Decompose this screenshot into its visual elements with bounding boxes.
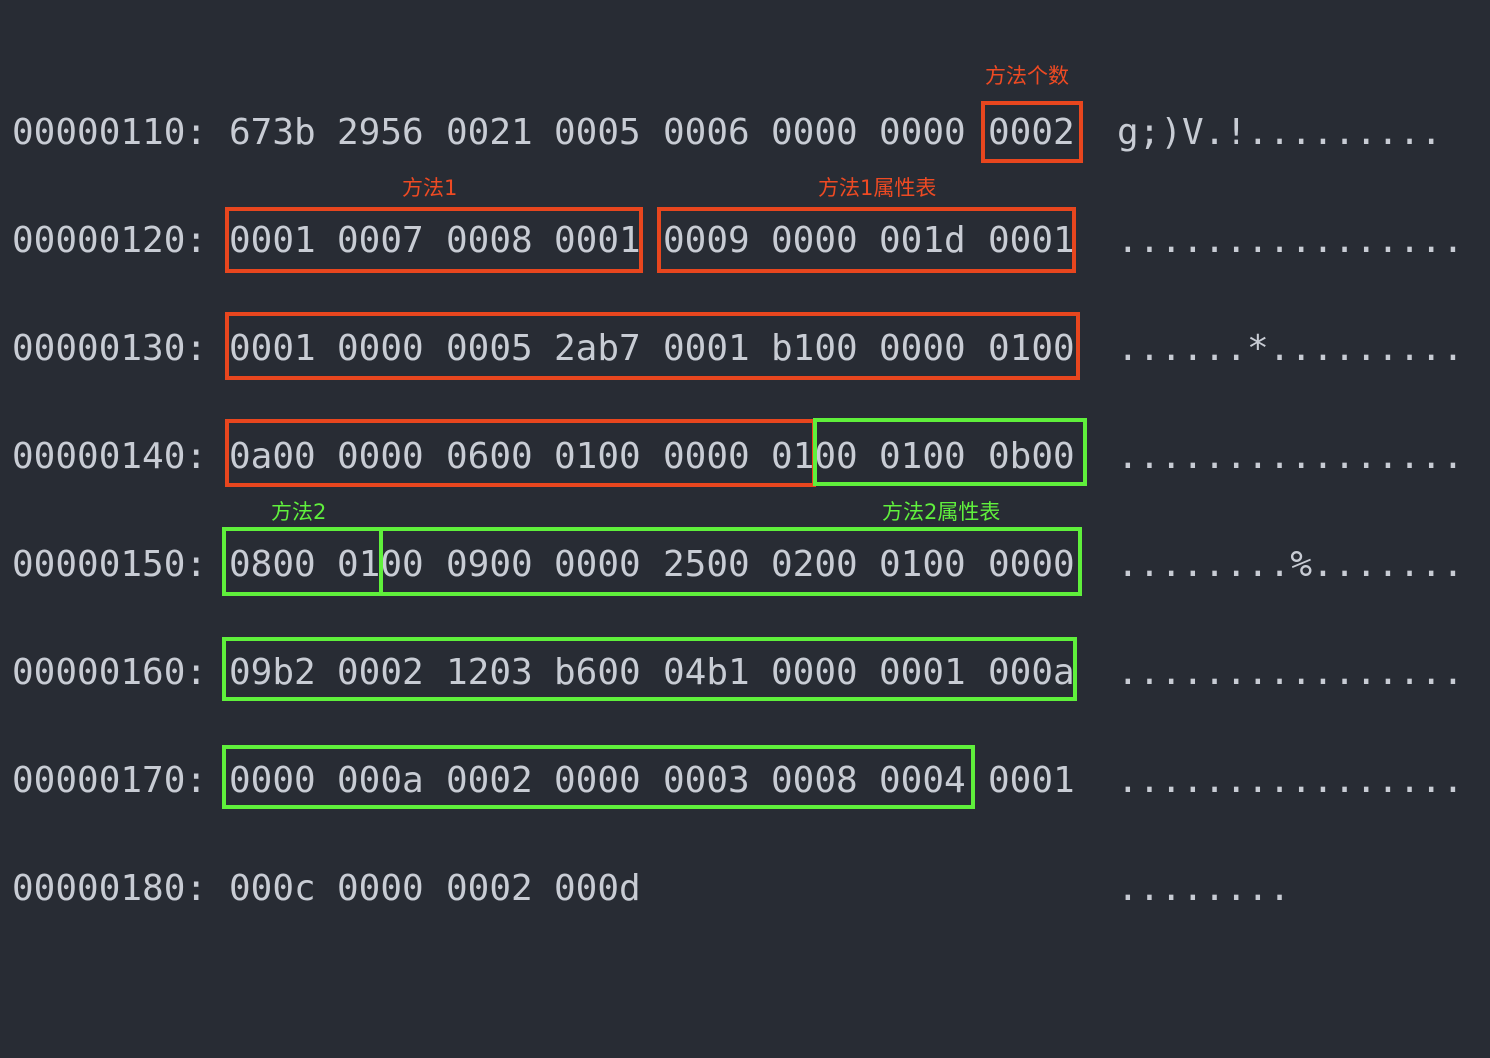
- row-address: 00000140:: [12, 436, 208, 477]
- row-address: 00000170:: [12, 760, 208, 801]
- hex-word: 0000: [879, 112, 966, 153]
- hex-row: 00000140: 0a00 0000 0600 0100 0000 0100 …: [0, 436, 1464, 486]
- method2-label: 方法2: [271, 500, 327, 524]
- method1-attributes-label: 方法1属性表: [818, 176, 937, 200]
- row-address: 00000130:: [12, 328, 208, 369]
- hex-word: 0021: [446, 112, 533, 153]
- method2-attributes-highlight-box: [222, 637, 1077, 701]
- row-address: 00000180:: [12, 868, 208, 909]
- method-count-highlight-box: [981, 101, 1083, 163]
- row-address: 00000120:: [12, 220, 208, 261]
- hex-row: 00000150: 0800 0100 0900 0000 2500 0200 …: [0, 544, 1464, 594]
- row-address: 00000160:: [12, 652, 208, 693]
- row-address: 00000110:: [12, 112, 208, 153]
- hex-row: 00000170: 0000 000a 0002 0000 0003 0008 …: [0, 760, 1464, 810]
- method1-label: 方法1: [402, 176, 458, 200]
- method1-attributes-highlight-box: [657, 207, 1076, 273]
- ascii-column: ................: [1117, 652, 1464, 693]
- ascii-column: ......*.........: [1117, 328, 1464, 369]
- ascii-column: ................: [1117, 436, 1464, 477]
- method2-attributes-highlight-box: [222, 745, 975, 809]
- method1-attributes-highlight-box: [225, 312, 1080, 380]
- row-address: 00000150:: [12, 544, 208, 585]
- hex-row: 00000130: 0001 0000 0005 2ab7 0001 b100 …: [0, 328, 1464, 378]
- method1-highlight-box: [225, 207, 643, 273]
- hex-word: 0000: [771, 112, 858, 153]
- hex-row: 00000180: 000c 0000 0002 000d ........: [0, 868, 1290, 918]
- hex-word: 000c: [229, 868, 316, 909]
- ascii-column: g;)V.!.........: [1117, 112, 1443, 153]
- hex-word: 673b: [229, 112, 316, 153]
- ascii-column: ........: [1117, 868, 1291, 909]
- hex-row: 00000120: 0001 0007 0008 0001 0009 0000 …: [0, 220, 1464, 270]
- hex-row: 00000110: 673b 2956 0021 0005 0006 0000 …: [0, 112, 1442, 162]
- hexdump-view: 00000110: 673b 2956 0021 0005 0006 0000 …: [0, 0, 1490, 1058]
- method1-attributes-highlight-box: [225, 419, 816, 487]
- hex-row: 00000160: 09b2 0002 1203 b600 04b1 0000 …: [0, 652, 1464, 702]
- method-count-label: 方法个数: [985, 64, 1069, 88]
- hex-word: 0002: [446, 868, 533, 909]
- hex-word: 2956: [337, 112, 424, 153]
- method2-attributes-label: 方法2属性表: [882, 500, 1001, 524]
- hex-word: 0006: [663, 112, 750, 153]
- hex-word: 0000: [337, 868, 424, 909]
- ascii-column: ................: [1117, 760, 1464, 801]
- hex-word: 000d: [554, 868, 641, 909]
- method2-highlight-box: [813, 418, 1087, 486]
- hex-word: 0005: [554, 112, 641, 153]
- method2-highlight-box: [222, 527, 383, 596]
- method2-attributes-highlight-box: [379, 527, 1082, 596]
- ascii-column: ........%.......: [1117, 544, 1464, 585]
- ascii-column: ................: [1117, 220, 1464, 261]
- hex-word: 0001: [988, 760, 1075, 801]
